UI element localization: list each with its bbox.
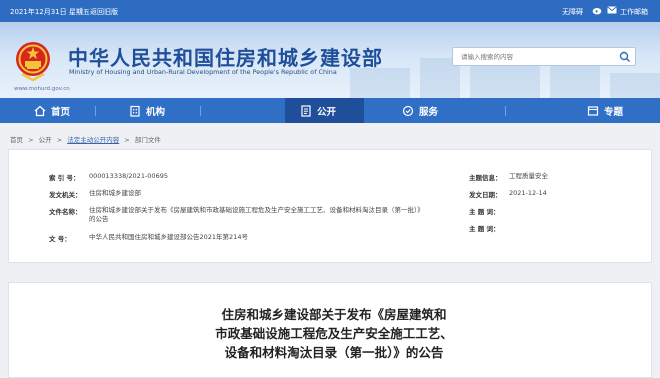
- nav-label-topics: 专题: [604, 106, 624, 118]
- breadcrumb-separator: >: [28, 136, 34, 144]
- breadcrumb-separator: >: [56, 136, 63, 144]
- search-box: [452, 47, 636, 66]
- service-icon: [402, 105, 414, 116]
- home-icon: [34, 105, 46, 116]
- national-emblem-icon: [14, 40, 52, 82]
- category-value: 工程质量安全: [509, 172, 548, 180]
- doc-number-label: 文 号：: [49, 235, 71, 243]
- breadcrumb-public[interactable]: 公开: [39, 136, 52, 144]
- publish-date-value: 2021-12-14: [509, 189, 547, 197]
- article-panel: 住房和城乡建设部关于发布《房屋建筑和 市政基础设施工程危及生产安全施工工艺、 设…: [8, 282, 652, 378]
- nav-item-topics[interactable]: 专题: [587, 98, 623, 123]
- nav-item-service[interactable]: 服务: [402, 98, 438, 123]
- breadcrumb-department-files: 部门文件: [134, 136, 161, 144]
- breadcrumb-home[interactable]: 首页: [10, 136, 23, 144]
- article-title-line-3: 设备和材料淘汰目录（第一批）》的公告: [224, 345, 444, 360]
- site-title-cn: 中华人民共和国住房和城乡建设部: [68, 46, 383, 70]
- file-name-value: 住房和城乡建设部关于发布《房屋建筑和市政基础设施工程危及生产安全施工工艺、设备和…: [89, 206, 424, 214]
- mail-icon[interactable]: [607, 6, 617, 16]
- subject-label: 主 题 词：: [469, 208, 500, 216]
- file-name-value-cont: 的公告: [89, 215, 109, 223]
- index-number-value: 000013338/2021-00695: [89, 172, 168, 180]
- publish-date-label: 发文日期：: [469, 191, 502, 199]
- building-icon: [130, 105, 140, 117]
- current-date: 2021年12月31日 星期五: [10, 8, 90, 16]
- doc-number-value: 中华人民共和国住房和城乡建设部公告2021年第214号: [89, 233, 248, 241]
- nav-label-service: 服务: [419, 106, 439, 118]
- nav-label-public: 公开: [317, 106, 337, 118]
- site-domain: www.mohurd.gov.cn: [14, 86, 70, 92]
- nav-label-organization: 机构: [146, 106, 166, 118]
- nav-label-home: 首页: [51, 106, 71, 118]
- issuing-org-label: 发文机关：: [49, 191, 82, 199]
- nav-divider: [95, 106, 96, 116]
- topic-icon: [587, 105, 599, 116]
- category-label: 主题信息：: [469, 174, 502, 182]
- document-info-panel: 索 引 号： 000013338/2021-00695 发文机关： 住房和城乡建…: [8, 149, 652, 263]
- issuing-org-value: 住房和城乡建设部: [89, 189, 141, 197]
- main-nav: 首页 机构 公开 服务 专题: [0, 98, 660, 123]
- article-title-line-2: 市政基础设施工程危及生产安全施工工艺、: [215, 326, 453, 341]
- document-icon: [301, 104, 311, 117]
- nav-item-public[interactable]: 公开: [285, 98, 364, 123]
- nav-divider: [200, 106, 201, 116]
- article-title: 住房和城乡建设部关于发布《房屋建筑和 市政基础设施工程危及生产安全施工工艺、 设…: [159, 305, 509, 362]
- index-number-label: 索 引 号：: [49, 174, 80, 182]
- breadcrumb: 首页 > 公开 > 法定主动公开内容 > 部门文件: [10, 134, 164, 144]
- top-utility-bar: 2021年12月31日 星期五 | 返回旧版 无障碍 工作邮箱: [0, 0, 660, 22]
- weibo-icon[interactable]: [592, 6, 602, 17]
- site-title-en: Ministry of Housing and Urban-Rural Deve…: [69, 68, 337, 76]
- search-input[interactable]: [461, 51, 611, 63]
- breadcrumb-separator: >: [124, 136, 130, 144]
- subject-label-2: 主 题 词：: [469, 225, 500, 233]
- search-icon[interactable]: [619, 51, 631, 63]
- article-title-line-1: 住房和城乡建设部关于发布《房屋建筑和: [221, 307, 447, 322]
- nav-item-organization[interactable]: 机构: [129, 98, 165, 123]
- accessibility-link[interactable]: 无障碍: [562, 7, 583, 17]
- topbar-separator: |: [80, 7, 83, 15]
- file-name-label: 文件名称：: [49, 208, 82, 216]
- nav-item-home[interactable]: 首页: [34, 98, 70, 123]
- breadcrumb-mandatory-disclosure[interactable]: 法定主动公开内容: [67, 136, 119, 144]
- return-old-version-link[interactable]: 返回旧版: [90, 7, 118, 17]
- site-header: 中华人民共和国住房和城乡建设部 Ministry of Housing and …: [0, 22, 660, 98]
- work-email-link[interactable]: 工作邮箱: [620, 7, 648, 17]
- nav-divider: [505, 106, 506, 116]
